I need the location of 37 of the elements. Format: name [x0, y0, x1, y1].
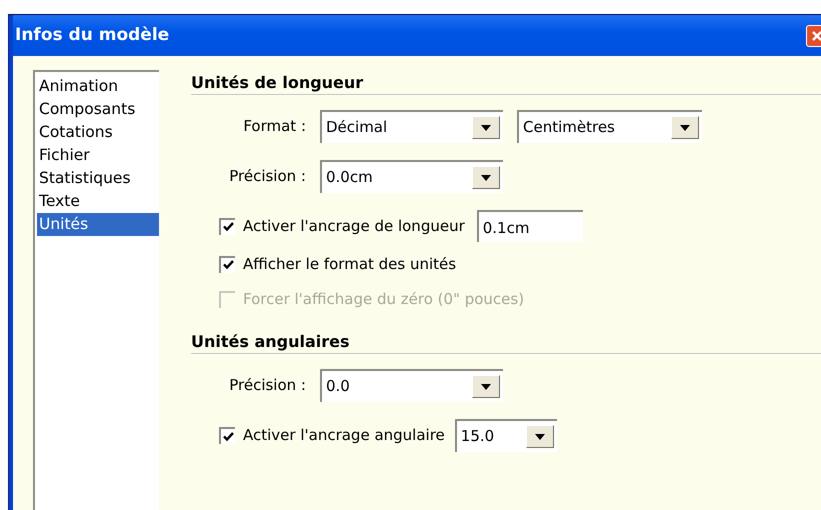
close-icon — [811, 30, 821, 42]
section-heading: Unités de longueur — [191, 72, 364, 94]
list-item[interactable]: Fichier — [37, 144, 159, 167]
checkbox-label: Activer l'ancrage de longueur — [243, 216, 465, 237]
caret-icon — [481, 384, 491, 390]
dropdown-field[interactable]: Centimètres — [517, 110, 702, 143]
section-heading: Unités angulaires — [191, 331, 351, 353]
checkbox[interactable] — [219, 218, 235, 234]
list-item[interactable]: Texte — [37, 190, 159, 213]
dropdown-arrow-button[interactable] — [671, 116, 699, 139]
checkbox-label: Activer l'ancrage angulaire — [243, 425, 445, 446]
dropdown-field[interactable]: 15.0 — [454, 419, 557, 452]
checkbox[interactable] — [219, 256, 235, 272]
text-field[interactable]: 0.1cm — [476, 210, 583, 242]
list-item[interactable]: Animation — [37, 75, 159, 98]
caret-icon — [680, 124, 690, 130]
caret-icon — [481, 174, 491, 180]
field-label: Précision : — [228, 166, 306, 188]
dropdown-arrow-button[interactable] — [472, 116, 500, 139]
dropdown-field[interactable]: 0.0cm — [320, 160, 503, 193]
field-label: Précision : — [228, 375, 306, 396]
dropdown-arrow-button[interactable] — [472, 375, 500, 398]
dropdown-field[interactable]: 0.0 — [320, 369, 503, 402]
list-item[interactable]: Cotations — [37, 121, 159, 144]
checkbox-label: Forcer l'affichage du zéro (0" pouces) — [243, 288, 524, 310]
dropdown-arrow-button[interactable] — [472, 166, 500, 189]
caret-icon — [534, 434, 545, 440]
dropdown-field[interactable]: Décimal — [320, 110, 503, 143]
checkbox-label: Afficher le format des unités — [243, 254, 456, 275]
list-item[interactable]: Composants — [37, 98, 159, 121]
caret-icon — [481, 124, 491, 130]
window-title: Infos du modèle — [15, 24, 170, 47]
checkbox[interactable] — [219, 427, 235, 444]
field-label: Format : — [242, 116, 306, 138]
dropdown-arrow-button[interactable] — [526, 425, 554, 448]
list-item[interactable]: Unités — [37, 213, 159, 236]
list-item[interactable]: Statistiques — [37, 167, 159, 190]
